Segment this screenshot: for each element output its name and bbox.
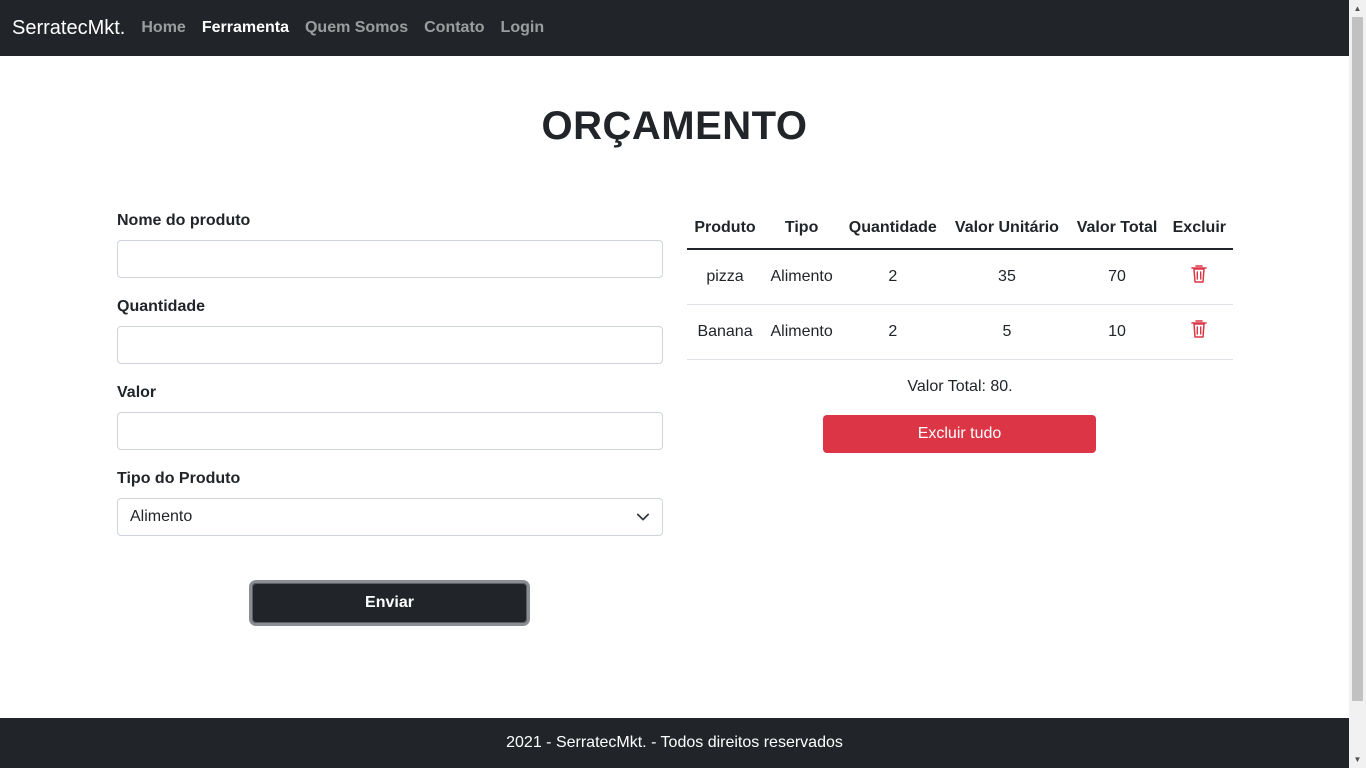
table-row: pizza Alimento 2 35 70 bbox=[687, 249, 1233, 305]
cell-quantidade: 2 bbox=[840, 249, 946, 305]
trash-icon[interactable] bbox=[1191, 265, 1208, 288]
budget-table: Produto Tipo Quantidade Valor Unitário V… bbox=[687, 208, 1233, 360]
cell-valor-total: 70 bbox=[1068, 249, 1166, 305]
budget-table-container: Produto Tipo Quantidade Valor Unitário V… bbox=[687, 208, 1233, 360]
delete-all-button[interactable]: Excluir tudo bbox=[823, 415, 1096, 453]
product-type-select[interactable]: Alimento bbox=[117, 498, 663, 536]
cell-valor-unitario: 35 bbox=[945, 249, 1069, 305]
submit-button[interactable]: Enviar bbox=[249, 580, 530, 626]
product-name-label: Nome do produto bbox=[117, 212, 251, 229]
column-header-excluir: Excluir bbox=[1165, 208, 1233, 250]
total-value-text: Valor Total: 80. bbox=[907, 378, 1013, 395]
cell-tipo: Alimento bbox=[763, 249, 841, 305]
nav-link-quem-somos[interactable]: Quem Somos bbox=[305, 19, 408, 37]
navbar: SerratecMkt. Home Ferramenta Quem Somos … bbox=[0, 0, 1349, 56]
product-form: Nome do produto Quantidade Valor Tipo do… bbox=[117, 210, 663, 536]
product-name-input[interactable] bbox=[117, 240, 663, 278]
cell-valor-total: 10 bbox=[1068, 304, 1166, 360]
quantity-label: Quantidade bbox=[117, 298, 206, 315]
product-type-label: Tipo do Produto bbox=[117, 470, 241, 487]
cell-excluir bbox=[1165, 249, 1233, 305]
quantity-input[interactable] bbox=[117, 326, 663, 364]
cell-tipo: Alimento bbox=[763, 304, 841, 360]
cell-produto: Banana bbox=[687, 304, 764, 360]
footer: 2021 - SerratecMkt. - Todos direitos res… bbox=[0, 718, 1349, 768]
chevron-down-icon bbox=[636, 513, 650, 521]
page-scrollbar[interactable]: ▲ ▼ bbox=[1349, 0, 1366, 768]
nav-link-contato[interactable]: Contato bbox=[424, 19, 484, 37]
cell-excluir bbox=[1165, 304, 1233, 360]
column-header-valor-unitario: Valor Unitário bbox=[945, 208, 1069, 250]
page-title: ORÇAMENTO bbox=[541, 104, 808, 148]
trash-icon[interactable] bbox=[1191, 320, 1208, 343]
cell-quantidade: 2 bbox=[840, 304, 946, 360]
value-input[interactable] bbox=[117, 412, 663, 450]
brand-logo[interactable]: SerratecMkt. bbox=[12, 17, 125, 40]
nav-link-login[interactable]: Login bbox=[501, 19, 545, 37]
table-row: Banana Alimento 2 5 10 bbox=[687, 304, 1233, 360]
nav-link-ferramenta[interactable]: Ferramenta bbox=[202, 19, 289, 37]
nav-link-home[interactable]: Home bbox=[141, 19, 185, 37]
footer-text: 2021 - SerratecMkt. - Todos direitos res… bbox=[506, 734, 843, 751]
value-label: Valor bbox=[117, 384, 157, 401]
scroll-up-arrow-icon[interactable]: ▲ bbox=[1349, 0, 1366, 17]
table-header-row: Produto Tipo Quantidade Valor Unitário V… bbox=[687, 208, 1233, 250]
column-header-quantidade: Quantidade bbox=[840, 208, 946, 250]
scroll-thumb[interactable] bbox=[1352, 17, 1363, 701]
product-type-selected-value: Alimento bbox=[130, 508, 193, 525]
cell-valor-unitario: 5 bbox=[945, 304, 1069, 360]
column-header-produto: Produto bbox=[687, 208, 764, 250]
cell-produto: pizza bbox=[687, 249, 764, 305]
scroll-down-arrow-icon[interactable]: ▼ bbox=[1349, 751, 1366, 768]
column-header-tipo: Tipo bbox=[763, 208, 841, 250]
column-header-valor-total: Valor Total bbox=[1068, 208, 1166, 250]
